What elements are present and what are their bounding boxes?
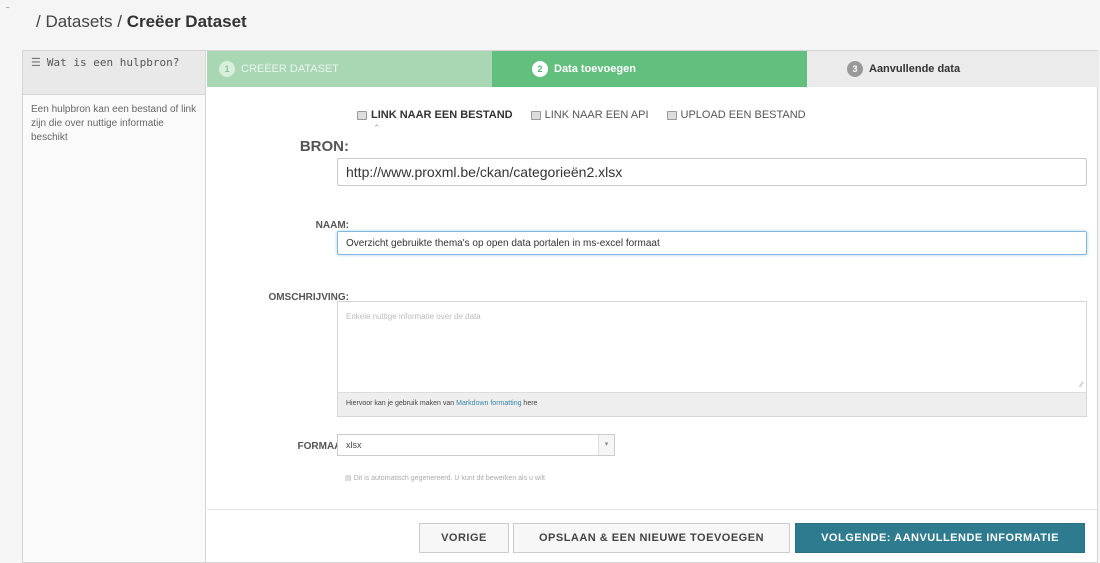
progress-steps: 1 CREËER DATASET 2 Data toevoegen 3 Aanv… (207, 51, 1099, 87)
file-icon (357, 110, 367, 120)
source-type-tabs: LINK NAAR EEN BESTAND LINK NAAR EEN API … (357, 109, 806, 121)
omschrijving-label: OMSCHRIJVING: (268, 292, 349, 303)
save-and-add-new-button[interactable]: OPSLAAN & EEN NIEUWE TOEVOEGEN (513, 523, 790, 553)
tab-label: UPLOAD EEN BESTAND (680, 109, 806, 121)
tab-link-file[interactable]: LINK NAAR EEN BESTAND (357, 109, 513, 121)
step-label: Data toevoegen (554, 63, 636, 75)
step-create-dataset[interactable]: 1 CREËER DATASET (207, 51, 507, 87)
step-label: CREËER DATASET (241, 63, 339, 75)
formaat-label: FORMAAT: (297, 441, 349, 452)
help-text: Een hulpbron kan een bestand of link zij… (31, 104, 197, 143)
breadcrumb-current: Creëer Dataset (126, 12, 247, 31)
omschrijving-textarea[interactable]: Enkele nuttige informatie over de data ∕… (337, 301, 1087, 417)
markdown-hint-prefix: Hiervoor kan je gebruik maken van (346, 400, 457, 407)
footer-divider (207, 509, 1097, 510)
step-number: 3 (847, 61, 863, 77)
bron-url-input[interactable]: http://www.proxml.be/ckan/categorieën2.x… (337, 158, 1087, 186)
api-icon (530, 110, 541, 120)
next-additional-info-button[interactable]: VOLGENDE: AANVULLENDE INFORMATIE (795, 523, 1085, 553)
info-icon: ▤ (345, 475, 352, 482)
step-number: 2 (532, 61, 548, 77)
help-title: Wat is een hulpbron? (46, 56, 180, 69)
step-additional-data[interactable]: 3 Aanvullende data (807, 51, 1099, 87)
bron-label: BRON: (299, 138, 349, 155)
dataset-form-frame: ☰ Wat is een hulpbron? Een hulpbron kan … (22, 50, 1099, 563)
upload-icon (666, 110, 677, 120)
omschrijving-placeholder: Enkele nuttige informatie over de data (346, 312, 481, 321)
tab-upload-file[interactable]: UPLOAD EEN BESTAND (666, 109, 806, 121)
breadcrumb-path[interactable]: / Datasets / (36, 12, 127, 31)
step-add-data[interactable]: 2 Data toevoegen (492, 51, 812, 87)
tab-link-api[interactable]: LINK NAAR EEN API (530, 109, 649, 121)
formaat-note-text: Dit is automatisch gegenereerd. U kunt d… (353, 475, 546, 482)
book-icon: ☰ (31, 56, 41, 69)
tab-label: LINK NAAR EEN BESTAND (371, 109, 513, 121)
step-label: Aanvullende data (869, 63, 961, 75)
formaat-select[interactable]: xlsx ▾ (337, 434, 615, 456)
corner-mark: ˜ (6, 6, 10, 17)
naam-input[interactable]: Overzicht gebruikte thema's op open data… (337, 231, 1087, 255)
chevron-down-icon[interactable]: ▾ (598, 435, 614, 455)
help-sidebar: ☰ Wat is een hulpbron? Een hulpbron kan … (23, 51, 206, 562)
markdown-link[interactable]: Markdown formatting (456, 400, 521, 407)
help-sidebar-header: ☰ Wat is een hulpbron? (23, 51, 205, 95)
formaat-note: ▤ Dit is automatisch gegenereerd. U kunt… (345, 474, 545, 482)
formaat-value: xlsx (346, 440, 362, 450)
resize-grip-icon[interactable]: ∕∕ (1080, 380, 1083, 389)
active-tab-caret-icon: ⌃ (373, 123, 381, 133)
previous-button[interactable]: VORIGE (419, 523, 509, 553)
naam-label: NAAM: (315, 220, 349, 231)
markdown-hint-suffix: here (521, 400, 538, 407)
step-number: 1 (219, 61, 235, 77)
tab-label: LINK NAAR EEN API (544, 109, 649, 121)
markdown-hint: Hiervoor kan je gebruik maken van Markdo… (338, 392, 1086, 416)
breadcrumb: / Datasets / Creëer Dataset (36, 12, 247, 32)
